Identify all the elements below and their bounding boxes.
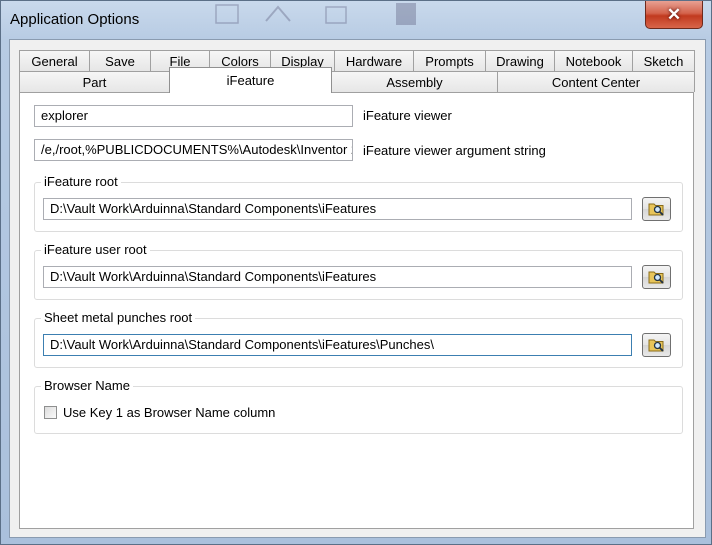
title-bar[interactable]: Application Options ✕ — [1, 1, 711, 37]
tab-content-center[interactable]: Content Center — [497, 71, 695, 92]
ifeature-user-root-input[interactable]: D:\Vault Work\Arduinna\Standard Componen… — [43, 266, 632, 288]
tab-row-top: General Save File Colors Display Hardwar… — [19, 50, 695, 71]
tab-ifeature[interactable]: iFeature — [169, 67, 332, 93]
tab-hardware[interactable]: Hardware — [334, 50, 414, 71]
tab-drawing[interactable]: Drawing — [485, 50, 555, 71]
window-title: Application Options — [10, 11, 140, 28]
ifeature-viewer-label: iFeature viewer — [363, 108, 452, 123]
ifeature-root-group: iFeature root D:\Vault Work\Arduinna\Sta… — [34, 174, 683, 232]
tab-general[interactable]: General — [19, 50, 90, 71]
tab-prompts[interactable]: Prompts — [413, 50, 486, 71]
browser-name-group: Browser Name Use Key 1 as Browser Name c… — [34, 378, 683, 434]
folder-search-icon — [648, 271, 664, 284]
folder-search-icon — [648, 203, 664, 216]
ifeature-viewer-args-label: iFeature viewer argument string — [363, 143, 546, 158]
ifeature-root-title: iFeature root — [41, 174, 121, 189]
punches-root-group: Sheet metal punches root D:\Vault Work\A… — [34, 310, 683, 368]
tab-sketch[interactable]: Sketch — [632, 50, 695, 71]
dialog-client-area: General Save File Colors Display Hardwar… — [9, 39, 706, 538]
close-icon: ✕ — [666, 4, 682, 24]
tab-save[interactable]: Save — [89, 50, 151, 71]
close-button[interactable]: ✕ — [645, 1, 703, 29]
folder-search-icon — [648, 339, 664, 352]
tab-part[interactable]: Part — [19, 71, 170, 92]
ifeature-viewer-args-input[interactable]: /e,/root,%PUBLICDOCUMENTS%\Autodesk\Inve… — [34, 139, 353, 161]
ifeature-viewer-input[interactable]: explorer — [34, 105, 353, 127]
ifeature-root-input[interactable]: D:\Vault Work\Arduinna\Standard Componen… — [43, 198, 632, 220]
application-options-window: Application Options ✕ General Save File … — [0, 0, 712, 545]
punches-root-title: Sheet metal punches root — [41, 310, 196, 325]
use-key1-checkbox[interactable] — [44, 406, 57, 419]
punches-root-browse-button[interactable] — [642, 333, 671, 357]
tab-assembly[interactable]: Assembly — [331, 71, 498, 92]
ifeature-user-root-title: iFeature user root — [41, 242, 150, 257]
punches-root-input[interactable]: D:\Vault Work\Arduinna\Standard Componen… — [43, 334, 632, 356]
ifeature-root-browse-button[interactable] — [642, 197, 671, 221]
ifeature-panel: explorer iFeature viewer /e,/root,%PUBLI… — [19, 92, 694, 529]
ifeature-user-root-group: iFeature user root D:\Vault Work\Arduinn… — [34, 242, 683, 300]
browser-name-title: Browser Name — [41, 378, 133, 393]
tab-row-bottom: Part iFeature Assembly Content Center — [19, 67, 695, 93]
use-key1-label[interactable]: Use Key 1 as Browser Name column — [63, 405, 275, 420]
tab-notebook[interactable]: Notebook — [554, 50, 633, 71]
background-toolbar-icons — [215, 3, 416, 25]
ifeature-user-root-browse-button[interactable] — [642, 265, 671, 289]
